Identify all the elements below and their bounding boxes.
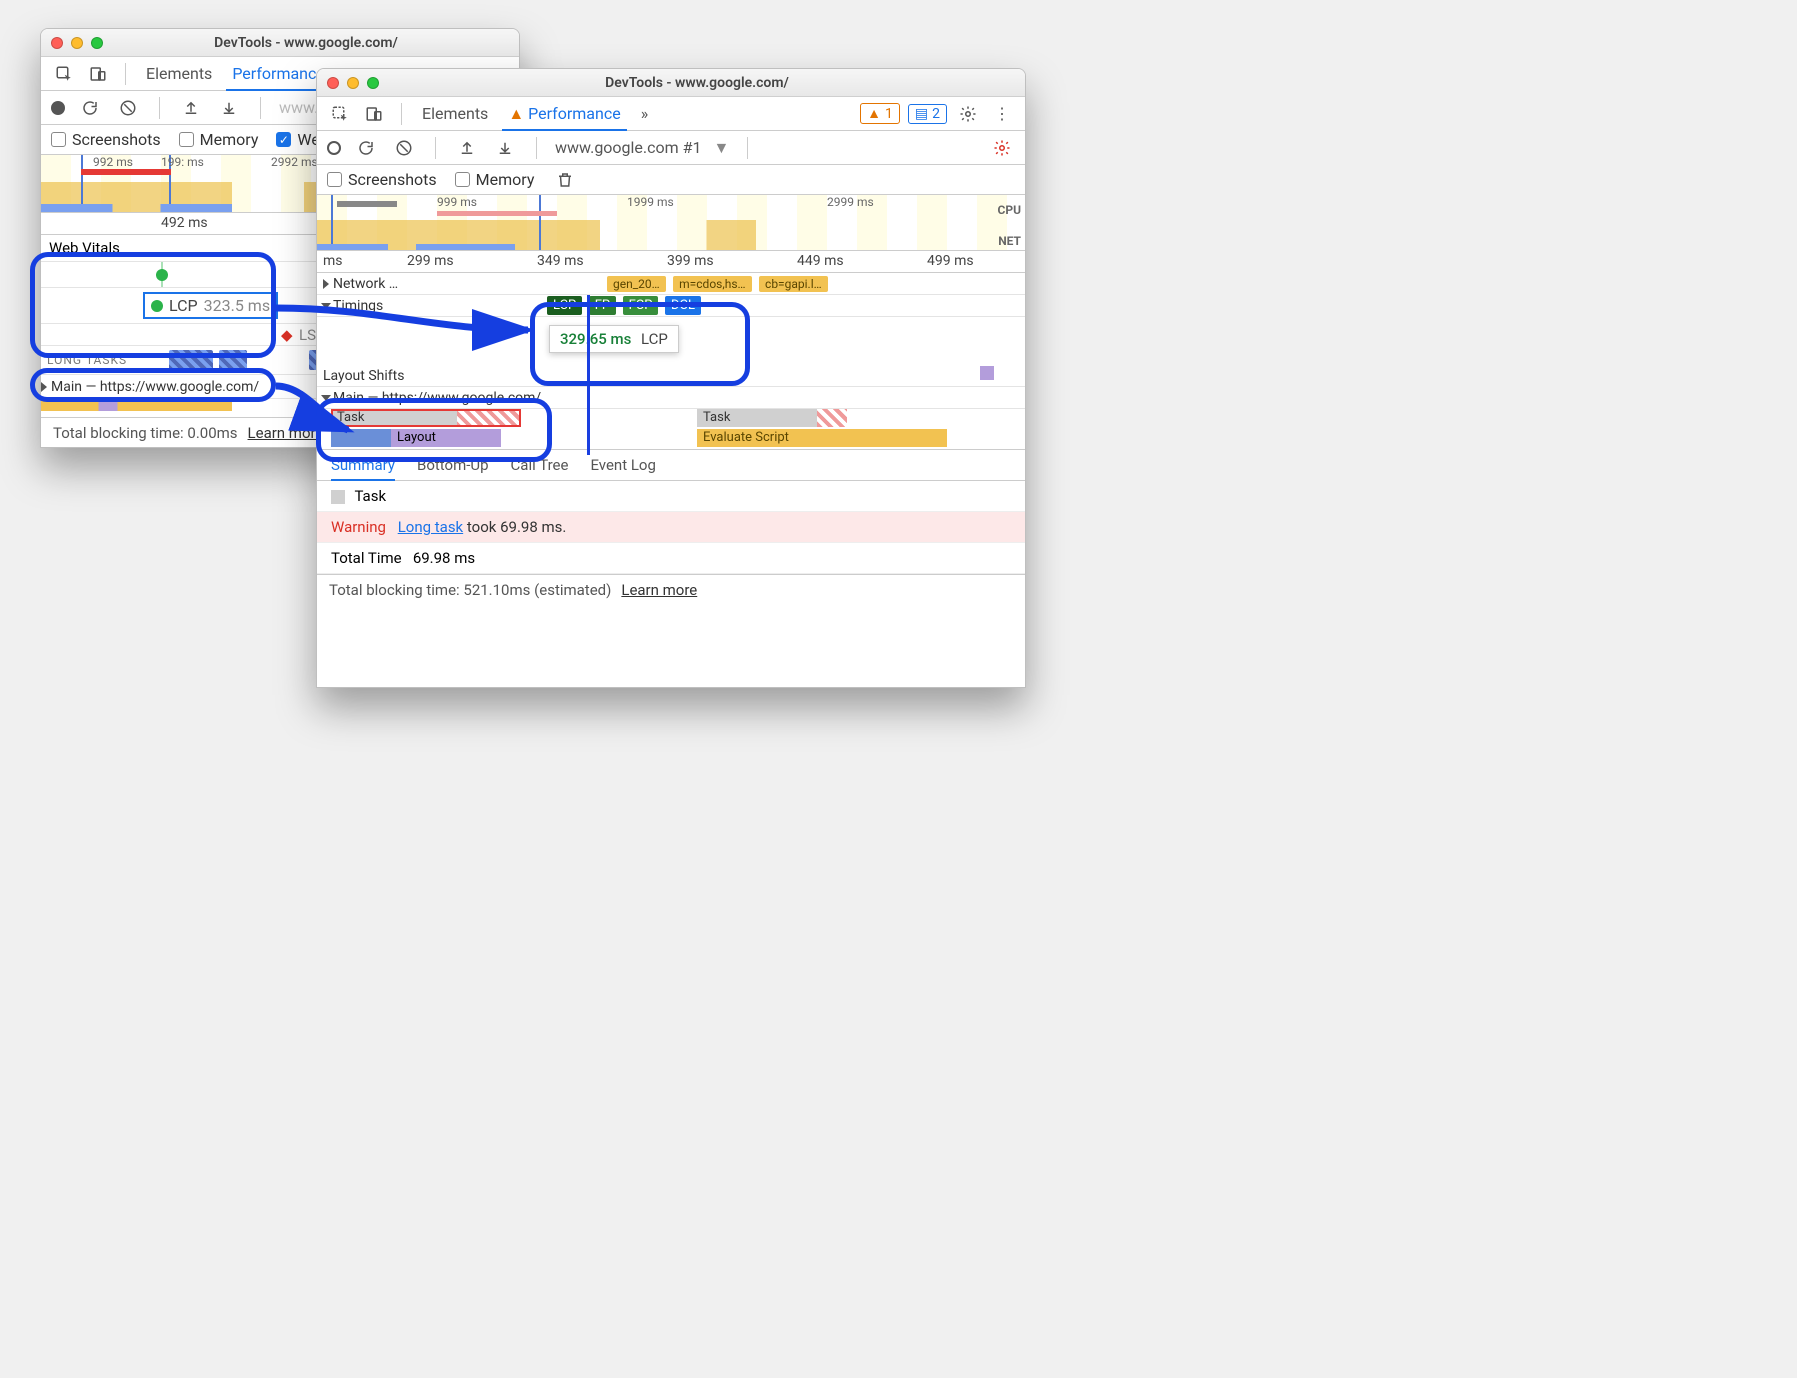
long-tasks-label: LONG TASKS <box>47 353 127 367</box>
memory-checkbox[interactable]: Memory <box>455 170 535 189</box>
tab-performance[interactable]: ▲ Performance <box>502 97 626 131</box>
long-task-block[interactable] <box>169 350 213 370</box>
long-task-link[interactable]: Long task <box>398 518 463 536</box>
separator <box>159 97 160 119</box>
upload-icon[interactable] <box>454 135 480 161</box>
window-title: DevTools - www.google.com/ <box>103 35 509 51</box>
traffic-lights <box>51 37 103 49</box>
download-icon[interactable] <box>216 95 242 121</box>
lcp-hover-badge: LCP 323.5 ms <box>143 292 278 319</box>
long-task-overlay <box>817 409 847 427</box>
timing-tooltip: 329.65 ms LCP <box>549 325 679 353</box>
upload-icon[interactable] <box>178 95 204 121</box>
minimize-icon[interactable] <box>71 37 83 49</box>
long-task-overlay <box>457 409 521 427</box>
learn-more-link[interactable]: Learn more <box>621 581 697 599</box>
timing-marker-fcp[interactable]: FCP <box>623 296 659 315</box>
minimize-icon[interactable] <box>347 77 359 89</box>
separator <box>125 63 126 85</box>
overview-strip[interactable]: 999 ms 1999 ms 2999 ms CPU NET <box>317 195 1025 251</box>
annotation-arrow <box>276 300 536 354</box>
separator <box>747 137 748 159</box>
layout-shift-marker[interactable] <box>980 366 994 380</box>
tab-summary[interactable]: Summary <box>331 449 395 481</box>
info-icon: ▤ <box>915 106 928 122</box>
details-tabs: Summary Bottom-Up Call Tree Event Log <box>317 449 1025 481</box>
titlebar: DevTools - www.google.com/ <box>41 29 519 57</box>
issues-info-badge[interactable]: ▤2 <box>908 104 947 124</box>
task-color-swatch <box>331 490 345 504</box>
chevron-down-icon[interactable]: ▼ <box>713 138 729 158</box>
inspect-icon[interactable] <box>51 61 77 87</box>
network-request[interactable]: cb=gapi.l… <box>759 276 828 292</box>
tab-elements[interactable]: Elements <box>140 57 218 91</box>
time-ruler[interactable]: ms 299 ms 349 ms 399 ms 449 ms 499 ms <box>317 251 1025 273</box>
tab-elements[interactable]: Elements <box>416 97 494 131</box>
traffic-lights <box>327 77 379 89</box>
status-bar: Total blocking time: 521.10ms (estimated… <box>317 574 1025 604</box>
separator <box>401 103 402 125</box>
titlebar: DevTools - www.google.com/ <box>317 69 1025 97</box>
issues-warn-badge[interactable]: ▲1 <box>860 103 900 124</box>
separator <box>536 137 537 159</box>
main-track[interactable]: Main — https://www.google.com/ <box>317 387 1025 409</box>
device-toggle-icon[interactable] <box>85 61 111 87</box>
separator <box>260 97 261 119</box>
network-request[interactable]: m=cdos,hs… <box>673 276 751 292</box>
expand-icon[interactable] <box>323 279 329 289</box>
record-button[interactable] <box>51 101 65 115</box>
close-icon[interactable] <box>51 37 63 49</box>
memory-checkbox[interactable]: Memory <box>179 130 259 149</box>
network-request[interactable]: gen_20… <box>607 276 666 292</box>
window-title: DevTools - www.google.com/ <box>379 75 1015 91</box>
zoom-icon[interactable] <box>91 37 103 49</box>
clear-icon[interactable] <box>115 95 141 121</box>
total-blocking-time: Total blocking time: 521.10ms (estimated… <box>329 581 611 599</box>
tab-call-tree[interactable]: Call Tree <box>511 456 569 474</box>
capture-settings-icon[interactable] <box>989 135 1015 161</box>
evaluate-script-block[interactable]: Evaluate Script <box>697 429 947 447</box>
summary-warning: Warning Long task took 69.98 ms. <box>317 512 1025 543</box>
lcp-dot-icon <box>151 300 163 312</box>
summary-total-time: Total Time 69.98 ms <box>317 543 1025 574</box>
timing-marker-dcl[interactable]: DCL <box>665 296 701 315</box>
layout-block[interactable]: Layout <box>391 429 501 447</box>
recording-selector[interactable]: www.google.com #1 <box>555 138 701 157</box>
download-icon[interactable] <box>492 135 518 161</box>
annotation-arrow <box>276 382 356 446</box>
performance-toolbar: www.google.com #1 ▼ <box>317 131 1025 165</box>
devtools-window-new: DevTools - www.google.com/ Elements ▲ Pe… <box>316 68 1026 688</box>
main-subtask-row[interactable]: Layout Evaluate Script <box>317 429 1025 449</box>
layout-shifts-track[interactable]: Layout Shifts <box>317 365 1025 387</box>
inspect-icon[interactable] <box>327 101 353 127</box>
trash-icon[interactable] <box>552 167 578 193</box>
reload-icon[interactable] <box>77 95 103 121</box>
zoom-icon[interactable] <box>367 77 379 89</box>
total-blocking-time: Total blocking time: 0.00ms <box>53 424 238 442</box>
record-button[interactable] <box>327 141 341 155</box>
summary-title: Task <box>317 481 1025 512</box>
settings-gear-icon[interactable] <box>955 101 981 127</box>
warning-icon: ▲ <box>867 105 881 122</box>
device-toggle-icon[interactable] <box>361 101 387 127</box>
close-icon[interactable] <box>327 77 339 89</box>
clear-icon[interactable] <box>391 135 417 161</box>
tab-bottom-up[interactable]: Bottom-Up <box>417 456 489 474</box>
tab-overflow[interactable]: » <box>635 97 655 131</box>
screenshots-checkbox[interactable]: Screenshots <box>51 130 161 149</box>
tab-event-log[interactable]: Event Log <box>590 456 655 474</box>
timing-marker-fp[interactable]: FP <box>589 296 616 315</box>
screenshots-checkbox[interactable]: Screenshots <box>327 170 437 189</box>
timing-marker-lcp[interactable]: LCP <box>547 296 582 315</box>
warning-icon: ▲ <box>508 104 524 123</box>
options-row: Screenshots Memory <box>317 165 1025 195</box>
long-task-block[interactable] <box>219 350 247 370</box>
separator <box>435 137 436 159</box>
network-track[interactable]: Network … gen_20… m=cdos,hs… cb=gapi.l… <box>317 273 1025 295</box>
main-task-row[interactable]: Task Task <box>317 409 1025 429</box>
reload-icon[interactable] <box>353 135 379 161</box>
kebab-menu-icon[interactable]: ⋮ <box>989 101 1015 127</box>
tabs-row: Elements ▲ Performance » ▲1 ▤2 ⋮ <box>317 97 1025 131</box>
